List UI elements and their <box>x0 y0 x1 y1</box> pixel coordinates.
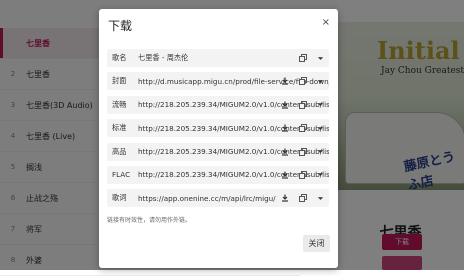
chevron-down-icon[interactable] <box>316 170 325 179</box>
download-icon[interactable] <box>280 147 289 156</box>
download-icon[interactable] <box>280 124 289 133</box>
row-actions <box>298 49 325 67</box>
chevron-down-icon[interactable] <box>316 54 325 63</box>
close-icon[interactable]: × <box>322 17 330 28</box>
row-label: FLAC <box>112 170 131 180</box>
row-actions <box>280 189 325 207</box>
copy-icon[interactable] <box>298 77 307 86</box>
download-icon[interactable] <box>280 77 289 86</box>
row-label: 高品 <box>112 146 127 156</box>
row-actions <box>280 166 325 184</box>
close-button[interactable]: 关闭 <box>303 235 330 252</box>
row-label: 标准 <box>112 123 127 133</box>
chevron-down-icon[interactable] <box>316 194 325 203</box>
download-row: 流畅 http://218.205.239.34/MIGUM2.0/v1.0/co… <box>107 95 329 114</box>
chevron-down-icon[interactable] <box>316 77 325 86</box>
row-actions <box>280 143 325 161</box>
row-label: 流畅 <box>112 99 127 109</box>
chevron-down-icon[interactable] <box>316 100 325 109</box>
download-row: 封面 http://d.musicapp.migu.cn/prod/file-se… <box>107 72 329 91</box>
chevron-down-icon[interactable] <box>316 124 325 133</box>
copy-icon[interactable] <box>298 194 307 203</box>
row-label: 歌名 <box>112 53 127 62</box>
download-row: 标准 http://218.205.239.34/MIGUM2.0/v1.0/co… <box>107 119 329 138</box>
row-actions <box>280 119 325 137</box>
download-row: 高品 http://218.205.239.34/MIGUM2.0/v1.0/co… <box>107 142 329 161</box>
row-actions <box>280 72 325 90</box>
row-label: 歌词 <box>112 193 127 203</box>
row-actions <box>280 96 325 114</box>
download-row: 歌名 七里香 - 周杰伦 <box>107 49 329 67</box>
copy-icon[interactable] <box>298 124 307 133</box>
download-icon[interactable] <box>280 194 289 203</box>
copy-icon[interactable] <box>298 147 307 156</box>
download-dialog: 下载 × 歌名 七里香 - 周杰伦 封面 http://d.musicapp.migu… <box>99 9 338 268</box>
download-rows: 歌名 七里香 - 周杰伦 封面 http://d.musicapp.migu.cn/p… <box>107 49 329 213</box>
row-label: 封面 <box>112 76 127 86</box>
copy-icon[interactable] <box>298 100 307 109</box>
download-icon[interactable] <box>280 100 289 109</box>
expiry-note: 链接有时效性，请勿用作外链。 <box>107 217 192 224</box>
copy-icon[interactable] <box>298 54 307 63</box>
download-row: FLAC http://218.205.239.34/MIGUM2.0/v1.0/… <box>107 165 329 184</box>
chevron-down-icon[interactable] <box>316 147 325 156</box>
copy-icon[interactable] <box>298 170 307 179</box>
download-row: 歌词 https://app.onenine.cc/m/api/lrc/migu/ <box>107 189 329 208</box>
download-icon[interactable] <box>280 170 289 179</box>
dialog-title: 下载 <box>108 19 133 33</box>
